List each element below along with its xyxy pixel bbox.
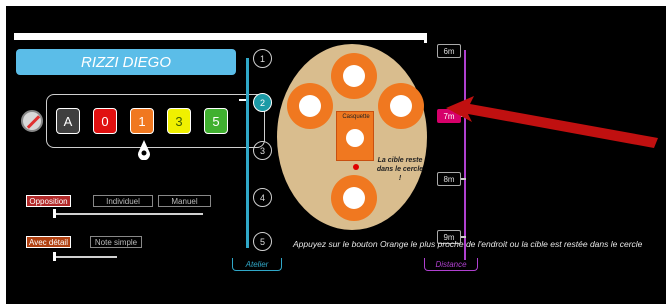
option-manuel[interactable]: Manuel	[158, 195, 211, 207]
score-button-3[interactable]: 3	[167, 108, 191, 134]
distance-legend: Distance	[424, 258, 478, 271]
score-button-1[interactable]: 1	[130, 108, 154, 134]
atelier-line	[246, 58, 249, 248]
atelier-step-1[interactable]: 1	[253, 49, 272, 68]
progress-bar-end	[424, 33, 427, 43]
mode-slider-track[interactable]	[53, 213, 203, 215]
option-individuel[interactable]: Individuel	[93, 195, 153, 207]
casquette-label: Casquette	[342, 114, 370, 120]
option-note-simple[interactable]: Note simple	[90, 236, 142, 248]
detail-slider-track[interactable]	[53, 256, 117, 258]
app-screen: RIZZI DIEGO A 0 1 3 5 Opposition Individ…	[6, 6, 666, 304]
score-button-a[interactable]: A	[56, 108, 80, 134]
compass-icon[interactable]	[21, 110, 43, 132]
target-ring-left[interactable]	[287, 83, 333, 129]
player-name: RIZZI DIEGO	[16, 49, 236, 75]
drop-pointer-icon	[138, 140, 150, 160]
option-avec-detail[interactable]: Avec détail	[26, 236, 71, 248]
atelier-legend: Atelier	[232, 258, 282, 271]
score-button-5[interactable]: 5	[204, 108, 228, 134]
detail-slider-thumb[interactable]	[53, 252, 56, 261]
atelier-step-3[interactable]: 3	[253, 141, 272, 160]
atelier-step-5[interactable]: 5	[253, 232, 272, 251]
target-ring-bottom[interactable]	[331, 175, 377, 221]
target-ring-top[interactable]	[331, 53, 377, 99]
target-note: La cible reste dans le cercle !	[376, 157, 424, 182]
atelier-step-2[interactable]: 2	[253, 93, 272, 112]
instruction-text: Appuyez sur le bouton Orange le plus pro…	[293, 239, 643, 249]
target-ring-right[interactable]	[378, 83, 424, 129]
impact-dot	[353, 164, 359, 170]
distance-8m[interactable]: 8m	[437, 172, 461, 186]
mode-slider-thumb[interactable]	[53, 209, 56, 218]
atelier-step-4[interactable]: 4	[253, 188, 272, 207]
distance-tick-8m	[461, 178, 466, 180]
option-opposition[interactable]: Opposition	[26, 195, 71, 207]
atelier-marker	[239, 99, 246, 101]
progress-bar	[14, 33, 424, 40]
red-arrow-icon	[446, 96, 658, 148]
distance-6m[interactable]: 6m	[437, 44, 461, 58]
score-button-0[interactable]: 0	[93, 108, 117, 134]
distance-tick-9m	[461, 236, 466, 238]
